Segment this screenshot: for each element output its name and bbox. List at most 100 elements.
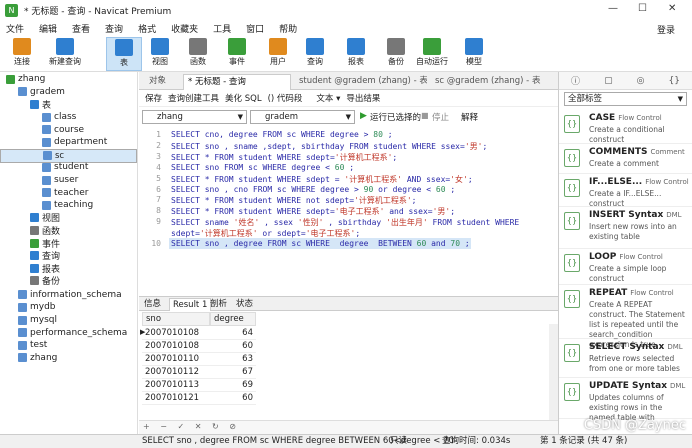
menu-item[interactable]: 查看 bbox=[66, 22, 99, 35]
explain-button[interactable]: 解释 bbox=[461, 111, 478, 123]
table-cell[interactable]: 63 bbox=[210, 353, 256, 366]
toolbar-backup-button[interactable]: 备份 bbox=[378, 37, 414, 71]
table-icon bbox=[42, 137, 51, 147]
toolbar-function-button[interactable]: 函数 bbox=[180, 37, 216, 71]
toolbar-table-button[interactable]: 表 bbox=[106, 37, 142, 71]
run-selected-button[interactable]: 运行已选择的 bbox=[370, 111, 421, 123]
grid-scrollbar[interactable] bbox=[549, 324, 558, 420]
query-builder-button[interactable]: 查询创建工具 bbox=[168, 92, 219, 104]
sidebar-item-mysql[interactable]: mysql bbox=[0, 314, 57, 327]
maximize-button[interactable]: ☐ bbox=[638, 3, 647, 14]
sidebar-item-[interactable]: 查询 bbox=[0, 249, 60, 262]
sidebar-item-course[interactable]: course bbox=[0, 123, 84, 136]
export-result-button[interactable]: 导出结果 bbox=[346, 92, 380, 104]
text-menu-button[interactable]: 文本 ▾ bbox=[316, 92, 340, 104]
tab-untitled-query[interactable]: * 无标题 - 查询 bbox=[183, 74, 291, 90]
table-cell[interactable]: 2007010108 bbox=[142, 327, 210, 340]
sidebar-item-class[interactable]: class bbox=[0, 111, 76, 124]
menu-item[interactable]: 收藏夹 bbox=[165, 22, 207, 35]
toolbar-connection-button[interactable]: 连接 bbox=[4, 37, 40, 71]
tab-profile[interactable]: 剖析 bbox=[207, 298, 230, 311]
save-button[interactable]: 保存 bbox=[145, 92, 162, 104]
grid-nav-buttons[interactable]: + − ✓ ✕ ↻ ⊘ bbox=[143, 422, 240, 431]
sidebar-item-informationschema[interactable]: information_schema bbox=[0, 289, 122, 302]
tab-sc-table[interactable]: sc @gradem (zhang) - 表 bbox=[431, 74, 555, 90]
tab-student-table[interactable]: student @gradem (zhang) - 表 bbox=[295, 74, 427, 90]
toolbar-schedule-button[interactable]: 自动运行 bbox=[414, 37, 450, 71]
column-header-sno[interactable]: sno bbox=[142, 312, 210, 326]
tab-result-1[interactable]: Result 1 bbox=[169, 298, 212, 311]
title-bar: N * 无标题 - 查询 - Navicat Premium — ☐ ✕ bbox=[0, 0, 692, 20]
info-icon[interactable]: ⓘ bbox=[571, 74, 580, 87]
view-icon bbox=[30, 213, 39, 223]
copy-icon[interactable]: ▢ bbox=[604, 76, 613, 86]
toolbar-new-query-button[interactable]: 新建查询 bbox=[44, 37, 86, 71]
sidebar-item-[interactable]: 报表 bbox=[0, 262, 60, 275]
toolbar-user-button[interactable]: 用户 bbox=[260, 37, 296, 71]
menu-item[interactable]: 工具 bbox=[207, 22, 240, 35]
menu-item[interactable]: 编辑 bbox=[33, 22, 66, 35]
column-header-degree[interactable]: degree bbox=[210, 312, 256, 326]
tab-objects[interactable]: 对象 bbox=[145, 74, 179, 90]
sidebar-item-performanceschema[interactable]: performance_schema bbox=[0, 326, 127, 339]
sidebar-item-[interactable]: 视图 bbox=[0, 212, 60, 224]
sidebar-item-department[interactable]: department bbox=[0, 136, 107, 149]
snippet-item[interactable]: {} COMMENTS Comment Create a comment bbox=[559, 144, 692, 174]
menu-item[interactable]: 查询 bbox=[99, 22, 132, 35]
minimize-button[interactable]: — bbox=[608, 3, 618, 14]
menu-item[interactable]: 格式 bbox=[132, 22, 165, 35]
table-cell[interactable]: 60 bbox=[210, 392, 256, 405]
snippet-item[interactable]: {} LOOP Flow Control Create a simple loop c… bbox=[559, 249, 692, 285]
table-cell[interactable]: 64 bbox=[210, 327, 256, 340]
menu-item[interactable]: 文件 bbox=[0, 22, 33, 35]
table-cell[interactable]: 2007010108 bbox=[142, 340, 210, 353]
sidebar-item-teaching[interactable]: teaching bbox=[0, 199, 93, 212]
connection-select[interactable]: zhang ▼ bbox=[142, 110, 247, 124]
snippet-filter-select[interactable]: 全部标签 ▼ bbox=[564, 92, 687, 106]
snippet-item[interactable]: {} CASE Flow Control Create a conditional c… bbox=[559, 110, 692, 144]
database-select[interactable]: gradem ▼ bbox=[250, 110, 355, 124]
sql-editor[interactable]: 1 SELECT cno, degree FROM sc WHERE degree… bbox=[139, 127, 558, 294]
toolbar-model-button[interactable]: 模型 bbox=[456, 37, 492, 71]
snippet-item[interactable]: {} INSERT Syntax DML Insert new rows into a… bbox=[559, 207, 692, 249]
sidebar-item-student[interactable]: student bbox=[0, 161, 88, 174]
beautify-sql-button[interactable]: 美化 SQL bbox=[225, 92, 262, 104]
snippet-item[interactable]: {} IF...ELSE... Flow Control Create a IF...… bbox=[559, 174, 692, 208]
login-button[interactable]: 登录 bbox=[651, 23, 684, 36]
sidebar-item-zhang[interactable]: zhang bbox=[0, 352, 57, 365]
snippet-item[interactable]: {} SELECT Syntax DML Retrieve rows selected… bbox=[559, 339, 692, 378]
sidebar-item-test[interactable]: test bbox=[0, 339, 47, 352]
tab-status[interactable]: 状态 bbox=[233, 298, 256, 311]
sidebar-item-[interactable]: 函数 bbox=[0, 224, 60, 237]
sidebar-item-[interactable]: 表 bbox=[0, 98, 51, 111]
snippet-item[interactable]: {} UPDATE Syntax DML Updates columns of exi… bbox=[559, 378, 692, 422]
sidebar-item-teacher[interactable]: teacher bbox=[0, 186, 88, 199]
toolbar-view-button[interactable]: 视图 bbox=[142, 37, 178, 71]
sidebar-item-suser[interactable]: suser bbox=[0, 174, 78, 187]
tab-info[interactable]: 信息 bbox=[141, 298, 164, 311]
table-cell[interactable]: 60 bbox=[210, 340, 256, 353]
sidebar-item-[interactable]: 备份 bbox=[0, 275, 60, 287]
table-cell[interactable]: 2007010113 bbox=[142, 379, 210, 392]
menu-item[interactable]: 帮助 bbox=[273, 22, 306, 35]
braces-icon[interactable]: {} bbox=[669, 76, 680, 86]
stop-button[interactable]: 停止 bbox=[432, 111, 449, 123]
table-cell[interactable]: 2007010112 bbox=[142, 366, 210, 379]
table-cell[interactable]: 2007010110 bbox=[142, 353, 210, 366]
toolbar-report-button[interactable]: 报表 bbox=[338, 37, 374, 71]
snippet-icon[interactable]: ◎ bbox=[637, 76, 645, 86]
snippet-item[interactable]: {} REPEAT Flow Control Create A REPEAT cons… bbox=[559, 285, 692, 349]
close-button[interactable]: ✕ bbox=[668, 3, 676, 14]
table-cell[interactable]: 2007010121 bbox=[142, 392, 210, 405]
sidebar-item-mydb[interactable]: mydb bbox=[0, 301, 56, 314]
table-cell[interactable]: 69 bbox=[210, 379, 256, 392]
sidebar-item-[interactable]: 事件 bbox=[0, 237, 60, 250]
code-snippet-button[interactable]: () 代码段 bbox=[268, 92, 303, 104]
table-cell[interactable]: 67 bbox=[210, 366, 256, 379]
menu-item[interactable]: 窗口 bbox=[240, 22, 273, 35]
toolbar-event-button[interactable]: 事件 bbox=[219, 37, 255, 71]
toolbar-query-button[interactable]: 查询 bbox=[297, 37, 333, 71]
sidebar-item-gradem[interactable]: gradem bbox=[0, 86, 65, 99]
run-icon: ▶ bbox=[360, 111, 367, 121]
sidebar-item-zhang[interactable]: zhang bbox=[0, 73, 45, 86]
